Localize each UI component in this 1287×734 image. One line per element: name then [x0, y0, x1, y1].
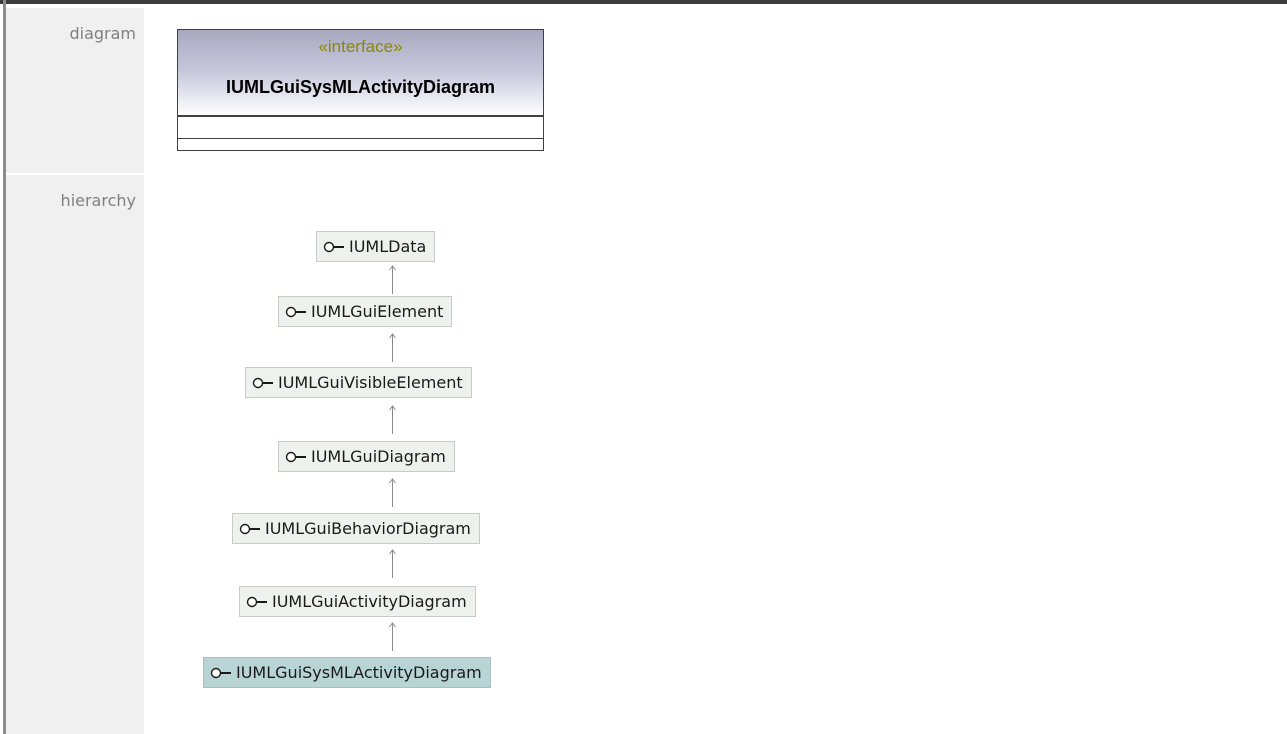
- generalization-arrow: [389, 265, 396, 294]
- hierarchy-node-label: IUMLGuiElement: [311, 302, 444, 321]
- diagram-row: diagram «interface» IUMLGuiSysMLActivity…: [6, 8, 1287, 173]
- details-table: diagram «interface» IUMLGuiSysMLActivity…: [6, 4, 1287, 734]
- hierarchy-node-iumlguibehaviordiagram[interactable]: IUMLGuiBehaviorDiagram: [232, 513, 480, 544]
- hierarchy-node-iumldata[interactable]: IUMLData: [316, 231, 436, 262]
- interface-lollipop-icon: [239, 523, 260, 534]
- interface-lollipop-icon: [246, 596, 267, 607]
- hierarchy-node-label: IUMLGuiActivityDiagram: [272, 592, 467, 611]
- generalization-arrow: [389, 405, 396, 434]
- hierarchy-node-iumlguidiagram[interactable]: IUMLGuiDiagram: [278, 441, 455, 472]
- generalization-arrow: [389, 549, 396, 578]
- interface-name: IUMLGuiSysMLActivityDiagram: [225, 77, 496, 97]
- interface-box[interactable]: «interface» IUMLGuiSysMLActivityDiagram: [177, 29, 544, 151]
- hierarchy-row: hierarchy IUMLData IUMLGuiElement IUMLGu…: [6, 175, 1287, 734]
- hierarchy-node-current[interactable]: IUMLGuiSysMLActivityDiagram: [203, 657, 491, 688]
- hierarchy-node-label: IUMLGuiVisibleElement: [278, 373, 463, 392]
- hierarchy-cell: IUMLData IUMLGuiElement IUMLGuiVisibleEl…: [144, 175, 1287, 734]
- compartment-divider: [178, 138, 543, 139]
- interface-lollipop-icon: [323, 241, 344, 252]
- generalization-arrow: [389, 478, 396, 507]
- interface-lollipop-icon: [210, 667, 231, 678]
- interface-stereotype: «interface»: [318, 37, 403, 56]
- hierarchy-node-iumlguivisibleelement[interactable]: IUMLGuiVisibleElement: [245, 367, 472, 398]
- interface-lollipop-icon: [285, 451, 306, 462]
- interface-header: «interface» IUMLGuiSysMLActivityDiagram: [178, 30, 543, 117]
- generalization-arrow: [389, 333, 396, 362]
- hierarchy-node-label: IUMLGuiSysMLActivityDiagram: [236, 663, 482, 682]
- interface-lollipop-icon: [252, 377, 273, 388]
- row-label-diagram: diagram: [69, 24, 136, 43]
- generalization-arrow: [389, 622, 396, 651]
- hierarchy-node-label: IUMLGuiBehaviorDiagram: [265, 519, 471, 538]
- diagram-cell: «interface» IUMLGuiSysMLActivityDiagram: [144, 8, 1287, 173]
- row-label-hierarchy: hierarchy: [60, 191, 136, 210]
- hierarchy-node-label: IUMLData: [349, 237, 427, 256]
- hierarchy-node-label: IUMLGuiDiagram: [311, 447, 446, 466]
- hierarchy-node-iumlguielement[interactable]: IUMLGuiElement: [278, 296, 453, 327]
- interface-lollipop-icon: [285, 306, 306, 317]
- hierarchy-node-iumlguiactivitydiagram[interactable]: IUMLGuiActivityDiagram: [239, 586, 476, 617]
